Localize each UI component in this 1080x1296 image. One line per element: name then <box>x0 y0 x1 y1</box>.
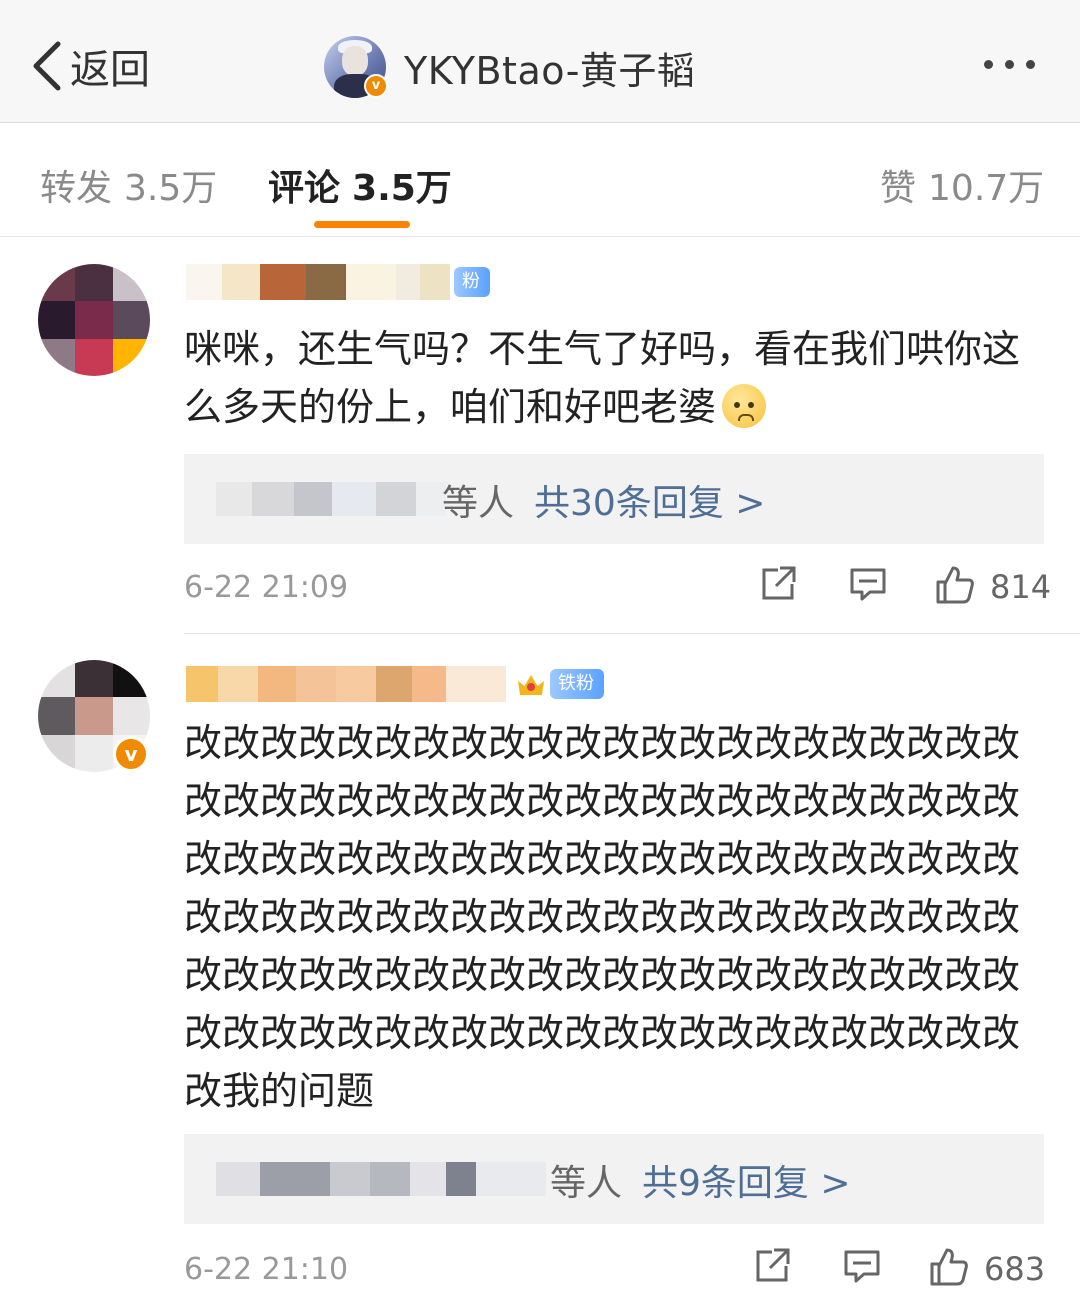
comment-icon[interactable] <box>848 564 888 604</box>
share-icon[interactable] <box>758 564 798 604</box>
crown-icon <box>516 669 546 699</box>
pleading-face-icon <box>722 384 767 428</box>
comment-text: 改改改改改改改改改改改改改改改改改改改改改改改改改改改改改改改改改改改改改改改改… <box>184 721 1021 1113</box>
reply-preview[interactable]: 等人 共30条回复 > <box>184 454 1044 544</box>
top-nav-bar: 返回 v YKYBtao-黄子韬 <box>0 0 1080 123</box>
comment-text: 咪咪，还生气吗？不生气了好吗，看在我们哄你这么多天的份上，咱们和好吧老婆 <box>184 327 1021 429</box>
active-tab-indicator <box>314 221 410 228</box>
fan-badge: 铁粉 <box>550 669 604 699</box>
comment-time: 6-22 21:09 <box>184 570 349 605</box>
back-label: 返回 <box>70 47 150 93</box>
view-replies-link[interactable]: 共9条回复 > <box>642 1163 851 1204</box>
avatar[interactable] <box>38 264 150 376</box>
like-icon[interactable] <box>934 564 976 606</box>
reply-names-blurred <box>216 1162 546 1196</box>
tab-comments[interactable]: 评论 3.5万 <box>268 159 452 211</box>
back-button[interactable]: 返回 <box>30 36 150 96</box>
profile-header[interactable]: v YKYBtao-黄子韬 <box>324 34 695 100</box>
share-icon[interactable] <box>752 1246 792 1286</box>
comment-icon[interactable] <box>842 1246 882 1286</box>
divider <box>184 633 1080 634</box>
chevron-left-icon <box>33 41 61 91</box>
like-icon[interactable] <box>928 1246 970 1288</box>
reply-names-blurred <box>216 482 446 516</box>
username-blurred[interactable]: 铁粉 <box>186 662 604 706</box>
reply-suffix: 等人 <box>442 483 515 524</box>
reply-preview[interactable]: 等人 共9条回复 > <box>184 1134 1044 1224</box>
profile-name: YKYBtao-黄子韬 <box>404 48 696 93</box>
reply-suffix: 等人 <box>550 1163 623 1204</box>
tab-reposts[interactable]: 转发 3.5万 <box>40 159 217 211</box>
verified-badge: v <box>113 736 149 772</box>
like-count: 814 <box>990 568 1052 606</box>
username-blurred[interactable]: 粉 <box>186 260 490 304</box>
like-count: 683 <box>984 1250 1046 1288</box>
tab-likes[interactable]: 赞 10.7万 <box>880 159 1044 211</box>
more-icon[interactable] <box>984 60 1047 69</box>
comment-time: 6-22 21:10 <box>184 1252 349 1287</box>
fan-badge: 粉 <box>454 267 490 297</box>
tab-bar: 转发 3.5万 评论 3.5万 赞 10.7万 <box>0 123 1080 237</box>
verified-badge: v <box>364 74 388 98</box>
view-replies-link[interactable]: 共30条回复 > <box>534 483 765 524</box>
